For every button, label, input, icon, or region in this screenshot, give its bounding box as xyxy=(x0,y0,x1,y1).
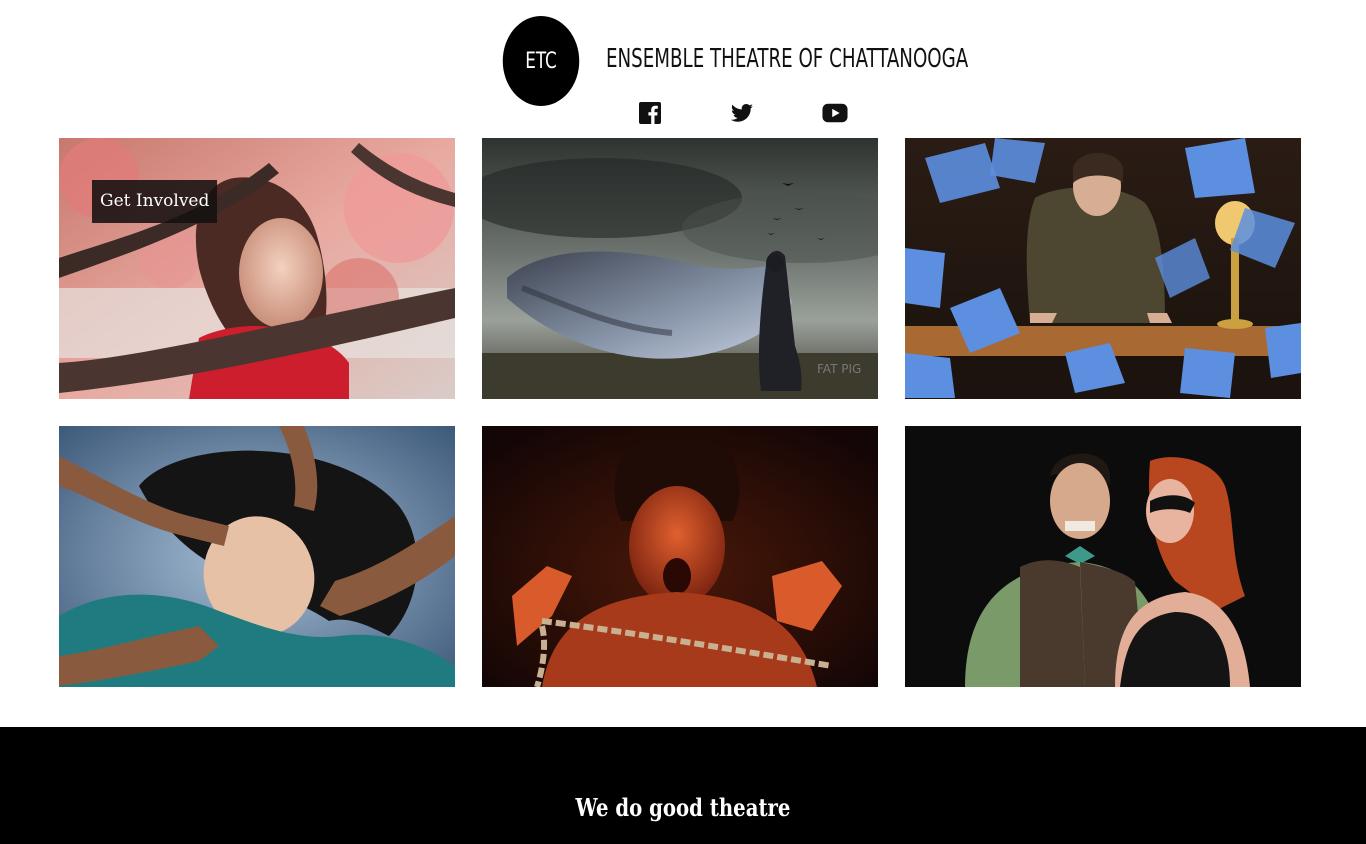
gallery-tile-couple[interactable] xyxy=(905,426,1301,687)
site-logo[interactable]: ETC xyxy=(502,16,580,106)
couple-mask-photo xyxy=(905,426,1301,687)
gallery-tile-chains[interactable] xyxy=(482,426,878,687)
facebook-link[interactable] xyxy=(637,101,663,125)
logo-text: ETC xyxy=(525,48,557,74)
gallery-tile-hands[interactable] xyxy=(59,426,455,687)
hands-on-face-photo xyxy=(59,426,455,687)
tagline: We do good theatre xyxy=(575,793,791,822)
facebook-icon xyxy=(639,102,661,124)
site-header: ETC ENSEMBLE THEATRE OF CHATTANOOGA xyxy=(0,0,1366,130)
flying-papers-photo xyxy=(905,138,1301,399)
gallery-tile-fat-pig[interactable]: FAT PIG xyxy=(482,138,878,399)
gallery-tile-get-involved[interactable]: Get Involved xyxy=(59,138,455,399)
chained-man-photo xyxy=(482,426,878,687)
storm-cloak-photo: FAT PIG xyxy=(482,138,878,399)
get-involved-label[interactable]: Get Involved xyxy=(92,180,218,223)
youtube-link[interactable] xyxy=(822,101,848,125)
twitter-link[interactable] xyxy=(729,101,755,125)
site-title[interactable]: ENSEMBLE THEATRE OF CHATTANOOGA xyxy=(606,44,968,80)
woman-blossom-photo xyxy=(59,138,455,399)
twitter-icon xyxy=(731,104,753,122)
fat-pig-watermark: FAT PIG xyxy=(817,362,861,376)
site-footer: We do good theatre xyxy=(0,727,1366,844)
gallery-tile-papers[interactable] xyxy=(905,138,1301,399)
youtube-icon xyxy=(822,103,848,123)
